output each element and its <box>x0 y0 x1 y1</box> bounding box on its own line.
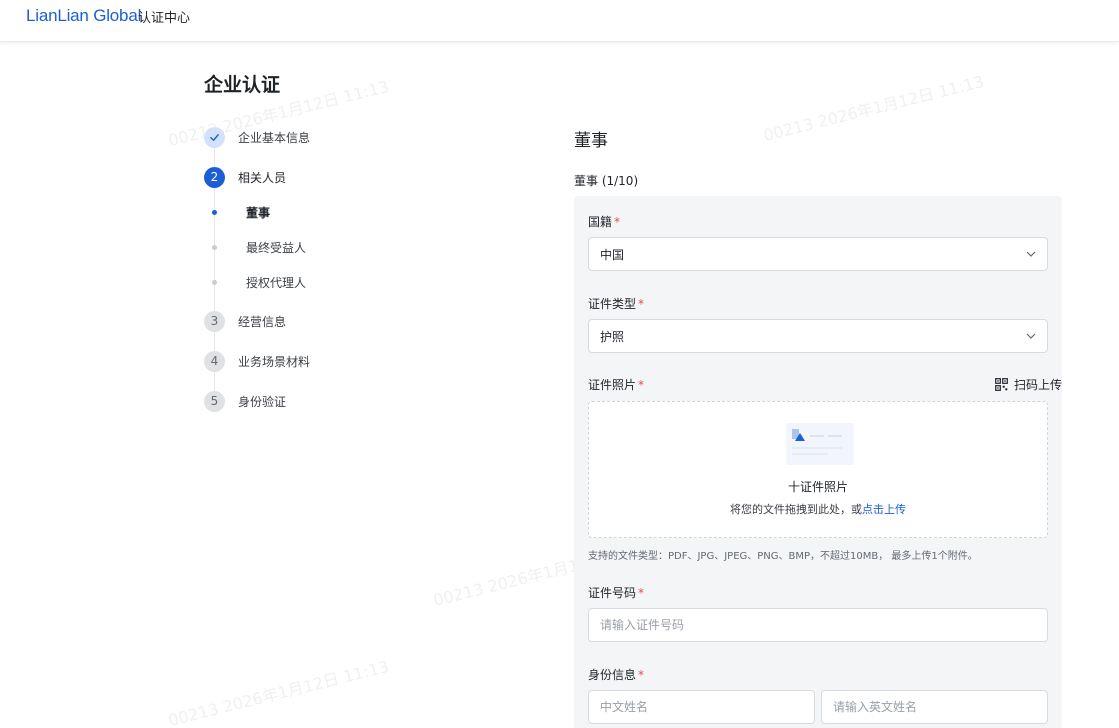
scan-upload-button[interactable]: 扫码上传 <box>995 376 1062 393</box>
id-number-input[interactable] <box>588 608 1048 642</box>
chinese-name-input[interactable] <box>588 690 815 724</box>
dot-icon <box>212 209 217 215</box>
id-number-label: 证件号码 * <box>588 586 645 600</box>
qr-code-icon <box>995 378 1008 391</box>
substep-beneficial-owners[interactable]: 最终受益人 <box>212 238 306 256</box>
id-type-value: 护照 <box>600 329 625 344</box>
dot-icon <box>212 279 217 285</box>
brand-logo[interactable]: LianLian Global <box>26 6 141 26</box>
step-identity-verification[interactable]: 5 身份验证 <box>204 390 286 412</box>
section-title: 董事 <box>574 131 608 151</box>
substep-directors[interactable]: 董事 <box>212 203 270 221</box>
step-company-info[interactable]: 企业基本信息 <box>204 126 310 148</box>
id-type-label: 证件类型 * <box>588 297 645 311</box>
step-connector <box>214 147 215 166</box>
step-business-info[interactable]: 3 经营信息 <box>204 310 286 332</box>
watermark: 00213 2026年1月12日 11:13 <box>166 656 391 728</box>
substep-label: 董事 <box>246 205 271 220</box>
step-number: 3 <box>204 310 225 332</box>
required-mark: * <box>638 297 645 311</box>
english-name-input[interactable] <box>821 690 1048 724</box>
required-mark: * <box>638 586 645 600</box>
required-mark: * <box>638 378 645 392</box>
step-label: 身份验证 <box>238 394 287 409</box>
nationality-select[interactable]: 中国 <box>588 237 1048 271</box>
page-title: 企业认证 <box>204 74 281 96</box>
step-number: 5 <box>204 390 225 412</box>
id-photo-label: 证件照片 * <box>588 378 645 392</box>
substep-label: 最终受益人 <box>246 240 307 255</box>
check-icon <box>204 126 225 148</box>
header-title: 认证中心 <box>138 11 191 26</box>
upload-hint: 将您的文件拖拽到此处，或点击上传 <box>730 503 906 516</box>
scan-upload-label: 扫码上传 <box>1013 378 1062 392</box>
step-connector <box>214 331 215 351</box>
substep-label: 授权代理人 <box>246 275 307 290</box>
substep-authorized-agent[interactable]: 授权代理人 <box>212 273 306 291</box>
required-mark: * <box>614 215 621 229</box>
step-scenario-materials[interactable]: 4 业务场景材料 <box>204 350 310 372</box>
top-bar: LianLian Global 认证中心 <box>0 0 1119 42</box>
step-related-persons[interactable]: 2 相关人员 <box>204 166 286 188</box>
section-subtitle: 董事 (1/10) <box>574 174 639 188</box>
chevron-down-icon <box>1026 249 1036 259</box>
click-upload-link[interactable]: 点击上传 <box>862 503 906 516</box>
watermark: 00213 2026年1月12日 11:13 <box>761 71 986 146</box>
id-photo-dropzone[interactable]: 十证件照片 将您的文件拖拽到此处，或点击上传 <box>588 401 1048 538</box>
nationality-label: 国籍 * <box>588 215 621 229</box>
step-number: 4 <box>204 350 225 372</box>
chevron-down-icon <box>1026 331 1036 341</box>
step-label: 相关人员 <box>238 170 287 185</box>
step-label: 业务场景材料 <box>238 354 311 369</box>
dot-icon <box>212 244 217 250</box>
id-type-select[interactable]: 护照 <box>588 319 1048 353</box>
step-label: 企业基本信息 <box>238 130 311 145</box>
required-mark: * <box>638 668 645 682</box>
step-number: 2 <box>204 166 225 188</box>
upload-note: 支持的文件类型：PDF、JPG、JPEG、PNG、BMP，不超过10MB， 最多… <box>588 551 978 562</box>
image-placeholder-icon <box>786 423 854 465</box>
upload-title: 十证件照片 <box>787 480 848 494</box>
identity-label: 身份信息 * <box>588 668 645 682</box>
step-label: 经营信息 <box>238 314 287 329</box>
nationality-value: 中国 <box>600 247 625 262</box>
step-connector <box>214 371 215 391</box>
